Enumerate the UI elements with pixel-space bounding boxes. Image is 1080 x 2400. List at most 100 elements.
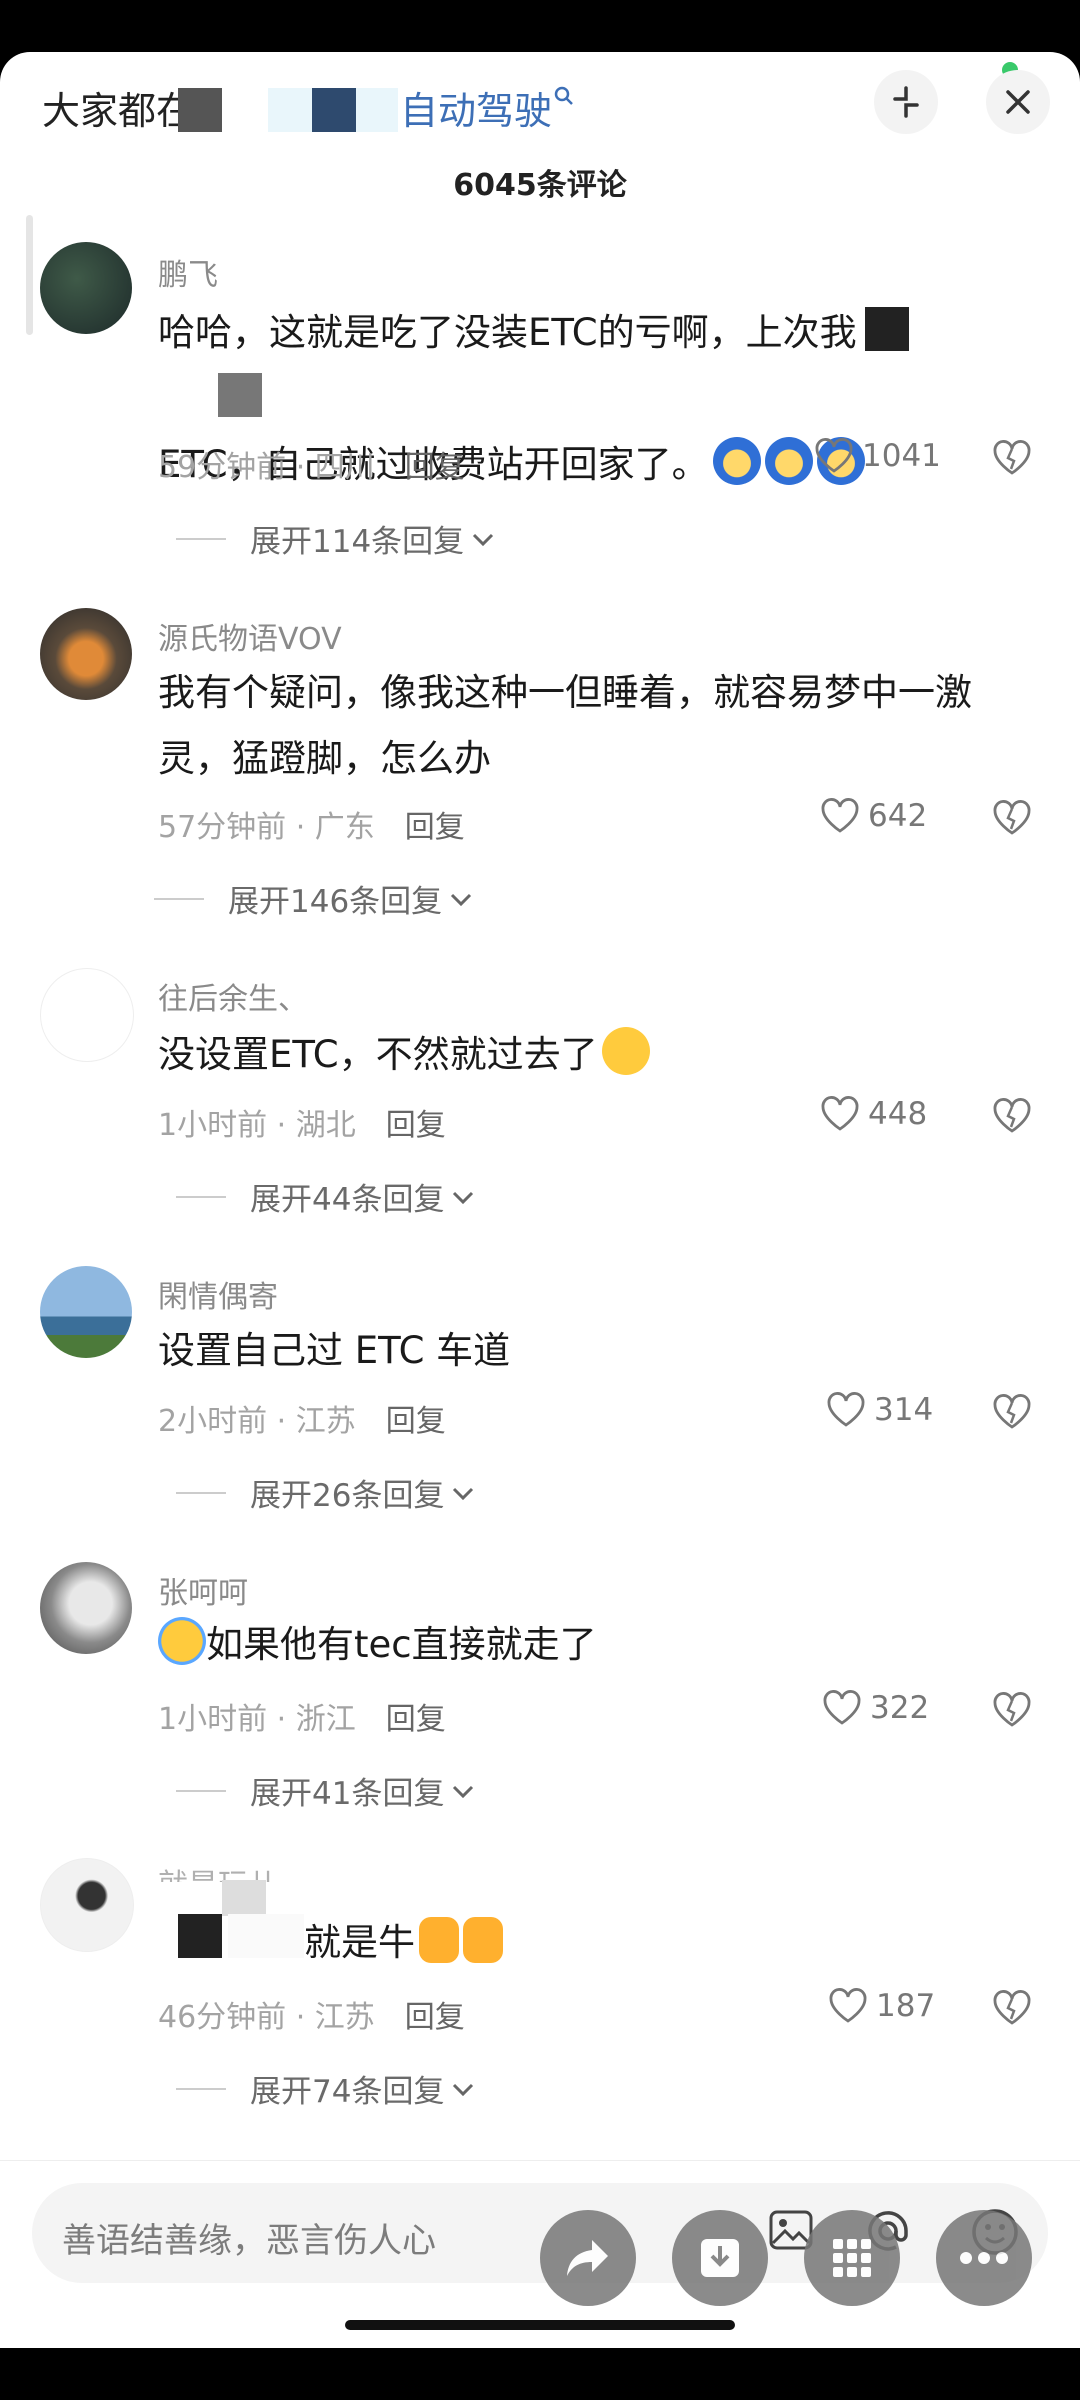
divider [176,2087,226,2090]
redaction-block [228,1914,304,1958]
broken-heart-icon[interactable] [992,1990,1032,2026]
redaction-block [178,1914,222,1958]
comment-time: 59分钟前 [158,450,287,485]
reply-button[interactable]: 回复 [386,1108,446,1143]
avatar[interactable] [40,1266,132,1358]
expand-replies[interactable]: 展开114条回复 [176,516,496,561]
expand-replies[interactable]: 展开41条回复 [176,1768,476,1813]
reply-button[interactable]: 回复 [405,2000,465,2035]
comment-username[interactable]: 鹏飞 [158,250,218,294]
reply-button[interactable]: 回复 [405,810,465,845]
broken-heart-icon[interactable] [992,1098,1032,1134]
like-button[interactable]: 187 [828,1988,935,2024]
comment-text: 设置自己过 ETC 车道 [158,1329,511,1372]
comment-text: 如果他有tec直接就走了 [158,1612,998,1678]
comment-username[interactable]: 张呵呵 [158,1568,248,1612]
comment-time: 1小时前 [158,1108,268,1143]
heart-icon [827,1392,865,1427]
divider [176,537,226,540]
chevron-down-icon [453,1785,474,1798]
divider [154,897,204,900]
close-button[interactable] [986,70,1050,134]
more-button[interactable] [936,2210,1032,2306]
grid-icon [833,2239,871,2277]
reply-button[interactable]: 回复 [386,1702,446,1737]
redaction-block [222,1880,266,1916]
comment-username[interactable]: 閑情偶寄 [158,1272,278,1316]
broken-heart-icon[interactable] [992,1394,1032,1430]
comment-time: 2小时前 [158,1404,268,1439]
like-button[interactable]: 314 [826,1392,933,1428]
emoji-icon [601,1027,650,1075]
comment-meta: 46分钟前 · 江苏 回复 [158,2000,465,2035]
close-icon [1006,90,1030,114]
emoji-icon [158,1617,206,1665]
like-count: 187 [876,1988,936,2024]
search-icon[interactable] [554,86,574,106]
divider [176,1491,226,1494]
comment-time: 1小时前 [158,1702,268,1737]
like-button[interactable]: 1041 [814,438,941,474]
reply-button[interactable]: 回复 [386,1404,446,1439]
download-icon [701,2239,739,2277]
apps-button[interactable] [804,2210,900,2306]
comment-username[interactable]: 源氏物语VOV [158,614,342,658]
redaction-block [312,88,356,132]
chevron-down-icon [453,2083,474,2096]
home-indicator[interactable] [345,2320,735,2330]
comment-time: 46分钟前 [158,2000,287,2035]
collapse-icon [893,86,919,118]
comment-meta: 1小时前 · 浙江 回复 [158,1702,446,1737]
comment-text: 就是牛 [304,1910,904,1976]
broken-heart-icon[interactable] [992,1692,1032,1728]
expand-replies[interactable]: 展开74条回复 [176,2066,476,2111]
emoji-icon [764,437,813,485]
expand-replies[interactable]: 展开146条回复 [154,876,474,921]
collapse-button[interactable] [874,70,938,134]
comment-location: 浙江 [295,1702,356,1737]
expand-replies[interactable]: 展开26条回复 [176,1470,476,1515]
comment-username[interactable]: 就是玩儿.... [158,1860,316,1882]
avatar[interactable] [40,968,134,1062]
avatar[interactable] [40,1858,134,1952]
comment-text: 没设置ETC，不然就过去了 [158,1022,998,1088]
reply-button[interactable]: 回复 [405,450,465,485]
divider [176,1789,226,1792]
like-count: 322 [870,1690,930,1726]
comment-location: 广东 [314,810,375,845]
share-button[interactable] [540,2210,636,2306]
avatar[interactable] [40,1562,132,1654]
download-button[interactable] [672,2210,768,2306]
comment-meta: 1小时前 · 湖北 回复 [158,1108,446,1143]
chevron-down-icon [453,1191,474,1204]
like-button[interactable]: 642 [820,798,927,834]
scrollbar[interactable] [26,215,33,335]
broken-heart-icon[interactable] [992,440,1032,476]
expand-replies[interactable]: 展开44条回复 [176,1174,476,1219]
comment-username[interactable]: 往后余生、 [158,974,308,1018]
heart-icon [823,1690,861,1725]
thumbs-up-icon [463,1917,503,1963]
comment-count: 6045条评论 [453,168,627,203]
heart-icon [829,1988,867,2023]
like-button[interactable]: 448 [820,1096,927,1132]
heart-icon [821,798,859,833]
chevron-down-icon [451,893,472,906]
thumbs-up-icon [419,1917,459,1963]
search-keyword-link[interactable]: 自动驾驶 [400,80,552,135]
redaction-block [218,373,262,417]
video-title-prefix: 大家都在 [42,89,195,133]
comment-meta: 59分钟前 · 四川 回复 [158,450,465,485]
comment-meta: 57分钟前 · 广东 回复 [158,810,465,845]
like-button[interactable]: 322 [822,1690,929,1726]
chevron-down-icon [453,1487,474,1500]
like-count: 1041 [862,438,941,474]
avatar[interactable] [40,242,132,334]
avatar[interactable] [40,608,132,700]
more-icon [960,2252,1008,2264]
broken-heart-icon[interactable] [992,800,1032,836]
heart-icon [821,1096,859,1131]
divider [176,1195,226,1198]
like-count: 642 [868,798,928,834]
chevron-down-icon [473,533,494,546]
